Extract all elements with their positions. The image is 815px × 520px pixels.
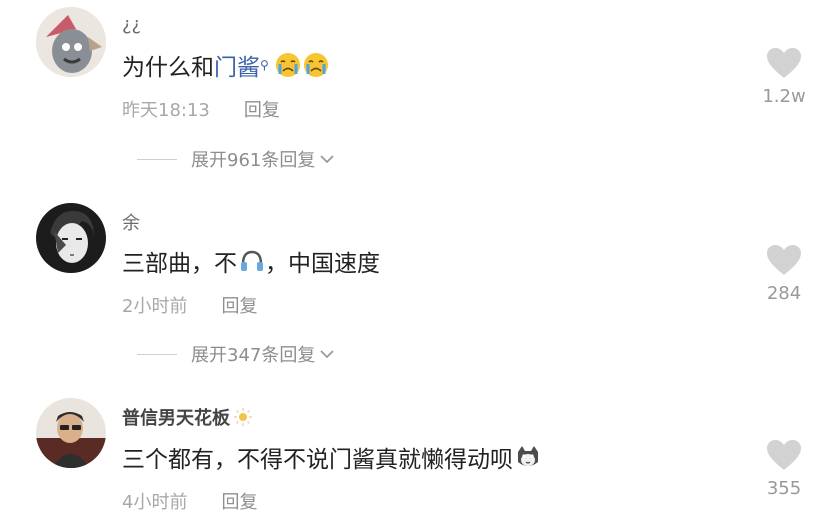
expand-replies-button[interactable]: 展开347条回复 bbox=[137, 341, 335, 367]
like-button[interactable]: 1.2w bbox=[762, 46, 806, 107]
like-count: 1.2w bbox=[762, 86, 806, 107]
comment-text-part-a: 三部曲，不 bbox=[122, 251, 237, 277]
comment-text: 三部曲，不 ，中国速度 bbox=[122, 244, 380, 278]
chevron-down-icon bbox=[320, 350, 334, 359]
timestamp: 2小时前 bbox=[122, 296, 188, 317]
username[interactable]: 余 bbox=[122, 209, 140, 235]
expand-replies-label: 展开347条回复 bbox=[191, 345, 316, 366]
comment-meta: 昨天18:13 回复 bbox=[122, 96, 280, 122]
avatar-image bbox=[36, 398, 106, 468]
comment-meta: 2小时前 回复 bbox=[122, 292, 257, 318]
heart-icon bbox=[767, 48, 801, 78]
like-button[interactable]: 284 bbox=[762, 243, 806, 304]
timestamp: 昨天18:13 bbox=[122, 100, 210, 121]
like-button[interactable]: 355 bbox=[762, 438, 806, 499]
comment-text: 三个都有，不得不说门酱真就懒得动呗 bbox=[122, 440, 541, 474]
headphones-icon bbox=[241, 250, 263, 271]
expand-replies-label: 展开961条回复 bbox=[191, 150, 316, 171]
like-count: 284 bbox=[766, 283, 802, 304]
like-count: 355 bbox=[766, 478, 802, 499]
reply-button[interactable]: 回复 bbox=[221, 488, 257, 514]
comment-text-part-b: ，中国速度 bbox=[265, 251, 380, 277]
divider-line bbox=[137, 353, 177, 355]
chevron-down-icon bbox=[320, 155, 334, 164]
timestamp: 4小时前 bbox=[122, 492, 188, 513]
reply-button[interactable]: 回复 bbox=[221, 292, 257, 318]
crying-face-icon bbox=[275, 53, 300, 77]
cat-face-icon bbox=[518, 446, 538, 466]
search-icon[interactable]: ⚲ bbox=[260, 58, 269, 72]
divider-line bbox=[137, 158, 177, 160]
comment-text: 为什么和 门酱 ⚲ bbox=[122, 48, 329, 82]
comment-meta: 4小时前 回复 bbox=[122, 488, 257, 514]
search-link[interactable]: 门酱 bbox=[214, 48, 260, 82]
avatar-image bbox=[36, 203, 106, 273]
avatar[interactable] bbox=[36, 398, 106, 468]
comment-text-body: 三个都有，不得不说门酱真就懒得动呗 bbox=[122, 447, 513, 473]
reply-button[interactable]: 回复 bbox=[244, 96, 280, 122]
heart-icon bbox=[767, 440, 801, 470]
avatar[interactable] bbox=[36, 203, 106, 273]
avatar-image bbox=[36, 7, 106, 77]
username[interactable]: 普信男天花板 bbox=[122, 404, 252, 430]
username-text: 普信男天花板 bbox=[122, 408, 230, 429]
expand-replies-button[interactable]: 展开961条回复 bbox=[137, 146, 335, 172]
comment-text-prefix: 为什么和 bbox=[122, 55, 214, 81]
heart-icon bbox=[767, 245, 801, 275]
avatar[interactable] bbox=[36, 7, 106, 77]
username[interactable]: ¿¿ bbox=[122, 14, 141, 35]
sun-badge-icon bbox=[234, 408, 252, 426]
crying-face-icon bbox=[303, 53, 328, 77]
